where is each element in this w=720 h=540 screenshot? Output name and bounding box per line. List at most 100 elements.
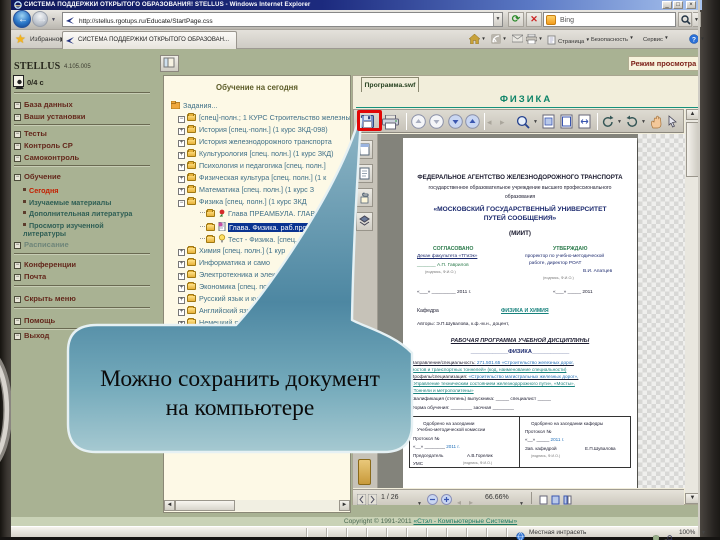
fit-page-icon[interactable] (560, 112, 576, 132)
stop-button[interactable]: ✕ (526, 12, 542, 27)
sidebar-item-14[interactable]: − Конференции (14, 261, 76, 269)
address-dropdown[interactable]: ▼ (493, 13, 502, 26)
scroll-left-icon[interactable]: ◄ (164, 500, 175, 511)
copyright-link[interactable]: «Стэл - Компьютерные Системы» (413, 518, 517, 525)
hand-tool-icon[interactable] (650, 112, 666, 132)
sidebar-item-5[interactable]: − Самоконтроль (14, 153, 79, 162)
mail-icon[interactable] (511, 34, 524, 43)
tree-row[interactable]: + История железнодорожного транспорта (178, 137, 332, 148)
tree-expander-icon[interactable]: + (178, 320, 185, 328)
command-item-page[interactable]: Страница ▼ (547, 35, 590, 45)
zoom-in-icon[interactable] (441, 492, 453, 505)
search-box[interactable]: Bing (543, 12, 676, 27)
tree-expander-icon[interactable]: + (178, 272, 185, 280)
nav-next-icon[interactable] (448, 112, 464, 132)
nav-dropdown-icon[interactable]: ▼ (51, 17, 56, 23)
single-page-icon[interactable] (539, 492, 549, 505)
sidebar-subitem[interactable]: Дополнительная литература (23, 209, 136, 218)
signature-tab-icon[interactable] (358, 459, 371, 485)
zoom-out-icon[interactable] (427, 492, 439, 505)
tree-expander-icon[interactable]: + (178, 248, 185, 256)
zoom-dropdown-icon[interactable]: ▼ (701, 530, 706, 536)
nav-last-icon[interactable] (465, 112, 481, 132)
history-fwd-icon[interactable]: ▸ (500, 112, 510, 132)
tree-row[interactable]: + Культурология [спец. полн.] (1 курс ЗКД… (178, 149, 334, 160)
view-prev-icon[interactable]: ◂ (457, 492, 467, 507)
tree-expander-icon[interactable]: + (178, 164, 185, 172)
tree-expander-icon[interactable]: + (178, 152, 185, 160)
tree-row[interactable]: + Экономика [спец. пол (178, 281, 271, 292)
sidebar-item-7[interactable]: − Обучение (14, 172, 61, 181)
tree-row[interactable]: − [спец]-полн.; 1 КУРС Строительство желе… (178, 113, 350, 124)
layers-panel-icon[interactable] (356, 212, 373, 231)
continuous-icon[interactable] (551, 492, 561, 505)
sidebar-subitem[interactable]: Просмотр изученной литературы (23, 221, 136, 239)
rss-icon[interactable]: ▼ (491, 34, 507, 44)
tree-expander-icon[interactable]: + (178, 260, 185, 268)
help-icon[interactable]: ? ▼ (689, 34, 705, 44)
tree-expander-icon[interactable]: − (178, 200, 185, 208)
comments-panel-icon[interactable] (356, 188, 373, 207)
tree-row[interactable]: + Русский язык и культ (178, 293, 269, 304)
rotate-left-icon[interactable]: ▼ (601, 112, 622, 132)
tree-row[interactable]: + Немецкий язык [сп (178, 317, 261, 328)
zoom-dropdown-icon[interactable]: ▼ (519, 492, 527, 507)
actual-size-icon[interactable] (542, 112, 558, 132)
next-page-icon[interactable] (367, 492, 378, 506)
page-dropdown-icon[interactable]: ▼ (417, 492, 425, 507)
tree-expander-icon[interactable]: + (178, 188, 185, 196)
sidebar-item-15[interactable]: − Почта (14, 273, 46, 281)
scrollbar-thumb[interactable] (175, 500, 235, 511)
search-button[interactable] (678, 12, 692, 27)
nav-first-icon[interactable] (411, 112, 427, 132)
sidebar-item-1[interactable]: − Ваши установки (14, 112, 85, 121)
close-button[interactable]: × (686, 1, 696, 9)
sidebar-subitem[interactable]: Изучаемые материалы (23, 198, 136, 207)
tree-row[interactable]: Тест - Физика. [спец. пол (200, 233, 311, 244)
tree-row[interactable]: + Английский язык [сп (178, 305, 266, 316)
sidebar-item-4[interactable]: − Контроль СР (14, 141, 73, 150)
fit-width-icon[interactable] (578, 112, 594, 132)
nav-prev-icon[interactable] (429, 112, 445, 132)
command-item-safety[interactable]: Безопасность ▼ (591, 35, 634, 43)
sidebar-item-17[interactable]: − Скрыть меню (14, 295, 76, 303)
tree-row[interactable]: + Физическая культура [спец. полн.] (1 к (178, 173, 326, 184)
print-icon[interactable] (382, 112, 402, 132)
tree-expander-icon[interactable]: + (178, 140, 185, 148)
tree-expander-icon[interactable]: + (178, 284, 185, 292)
tree-row-selected[interactable]: Глава. Физика. раб.прогр. (200, 221, 317, 232)
tree-expander-icon[interactable]: + (178, 128, 185, 136)
tree-row[interactable]: + Математика [спец. полн.] (1 курс З (178, 185, 314, 196)
tree-row[interactable]: Задания... (170, 100, 217, 110)
tree-row[interactable]: Глава ПРЕАМБУЛА. ГЛАВА 1 (Г (200, 209, 334, 218)
tree-row[interactable]: + История [спец.-полн.] (1 курс ЗКД-098) (178, 125, 328, 136)
sidebar-item-3[interactable]: − Тесты (14, 129, 47, 138)
sidebar-subitem[interactable]: Сегодня (23, 186, 136, 195)
print-icon[interactable]: ▼ (525, 33, 543, 45)
tree-horizontal-scrollbar[interactable]: ◄ ► (164, 500, 350, 511)
back-button[interactable]: ← (13, 10, 31, 28)
scroll-right-icon[interactable]: ► (339, 500, 350, 511)
tree-expander-icon[interactable]: − (178, 116, 185, 124)
command-item-tools[interactable]: Сервис ▼ (643, 35, 669, 43)
document-tab[interactable]: Программа.swf (361, 77, 419, 92)
tree-row[interactable]: + Химия [спец. полн.] (1 кур (178, 245, 285, 256)
bookmarks-panel-icon[interactable] (356, 164, 373, 183)
hide-menu-button[interactable] (160, 55, 179, 72)
tree-expander-icon[interactable]: + (178, 296, 185, 304)
prev-page-icon[interactable] (356, 492, 367, 506)
select-tool-icon[interactable] (667, 112, 681, 132)
tree-expander-icon[interactable]: + (178, 308, 185, 316)
view-next-icon[interactable]: ▸ (469, 492, 479, 507)
refresh-button[interactable]: ⟳ (508, 12, 524, 27)
tree-row[interactable]: + Психология и педагогика [спец. полн.] (178, 161, 326, 172)
facing-icon[interactable] (563, 492, 573, 505)
zoom-tool-icon[interactable]: ▼ (516, 112, 538, 132)
maximize-button[interactable]: □ (673, 1, 683, 9)
sidebar-item-0[interactable]: − База данных (14, 100, 73, 109)
zoom-icon[interactable] (667, 529, 674, 540)
pages-panel-icon[interactable] (356, 140, 373, 159)
history-back-icon[interactable]: ◂ (487, 112, 497, 132)
tree-expander-icon[interactable]: + (178, 176, 185, 184)
tree-row[interactable]: + Информатика и само (178, 257, 270, 268)
